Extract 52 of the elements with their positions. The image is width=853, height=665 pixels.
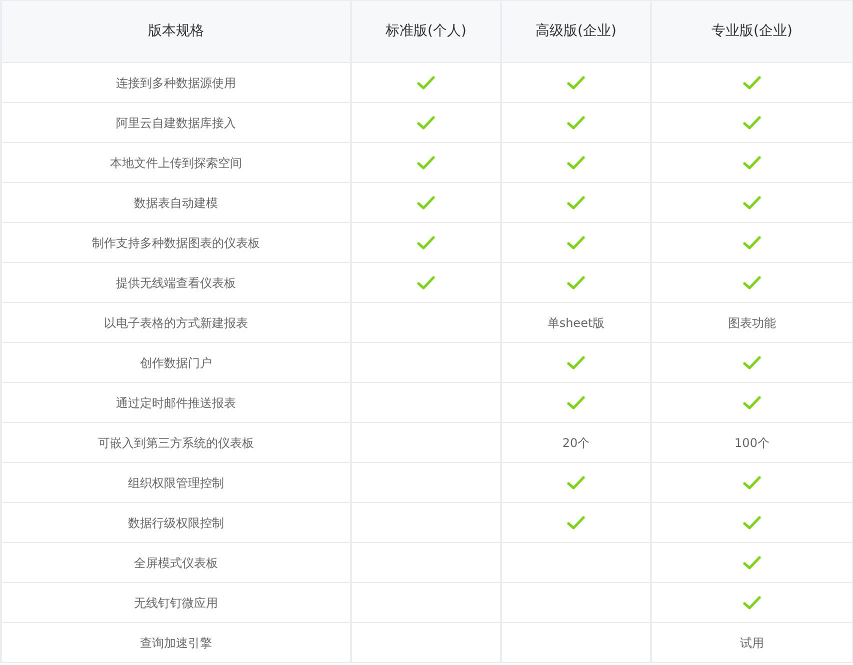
check-icon	[417, 116, 435, 130]
check-icon	[743, 196, 761, 210]
check-icon	[743, 356, 761, 370]
feature-label: 可嵌入到第三方系统的仪表板	[98, 436, 254, 450]
check-icon	[567, 276, 585, 290]
column-header: 高级版(企业)	[536, 23, 616, 39]
feature-label: 阿里云自建数据库接入	[116, 116, 236, 130]
check-icon	[743, 76, 761, 90]
check-icon	[567, 356, 585, 370]
feature-label: 数据行级权限控制	[128, 516, 224, 530]
cell-value: 20个	[562, 436, 590, 450]
check-icon	[567, 156, 585, 170]
cell-value: 试用	[740, 636, 764, 650]
cell-value: 单sheet版	[547, 316, 605, 330]
check-icon	[567, 76, 585, 90]
check-icon	[417, 156, 435, 170]
check-icon	[567, 476, 585, 490]
feature-label: 创作数据门户	[140, 356, 212, 370]
feature-label: 以电子表格的方式新建报表	[104, 316, 248, 330]
cell-value: 图表功能	[728, 316, 776, 330]
check-icon	[567, 236, 585, 250]
check-icon	[743, 516, 761, 530]
feature-label: 查询加速引擎	[140, 636, 212, 650]
check-icon	[743, 596, 761, 610]
check-icon	[567, 396, 585, 410]
cell-value: 100个	[734, 436, 770, 450]
check-icon	[567, 196, 585, 210]
feature-label: 提供无线端查看仪表板	[116, 276, 236, 290]
feature-label: 全屏模式仪表板	[134, 556, 218, 570]
check-icon	[743, 476, 761, 490]
feature-label: 连接到多种数据源使用	[116, 76, 236, 90]
feature-label: 本地文件上传到探索空间	[110, 156, 242, 170]
feature-label: 制作支持多种数据图表的仪表板	[92, 236, 260, 250]
check-icon	[417, 276, 435, 290]
column-header: 版本规格	[148, 23, 204, 39]
check-icon	[743, 236, 761, 250]
feature-label: 数据表自动建模	[134, 196, 218, 210]
feature-label: 组织权限管理控制	[128, 476, 224, 490]
check-icon	[417, 76, 435, 90]
check-icon	[567, 116, 585, 130]
check-icon	[567, 516, 585, 530]
feature-label: 通过定时邮件推送报表	[116, 396, 236, 410]
check-icon	[417, 236, 435, 250]
check-icon	[743, 556, 761, 570]
column-header: 标准版(个人)	[386, 23, 466, 39]
check-icon	[743, 116, 761, 130]
check-icon	[743, 396, 761, 410]
column-header: 专业版(企业)	[712, 23, 792, 39]
check-icon	[417, 196, 435, 210]
check-icon	[743, 156, 761, 170]
feature-label: 无线钉钉微应用	[134, 596, 218, 610]
check-icon	[743, 276, 761, 290]
